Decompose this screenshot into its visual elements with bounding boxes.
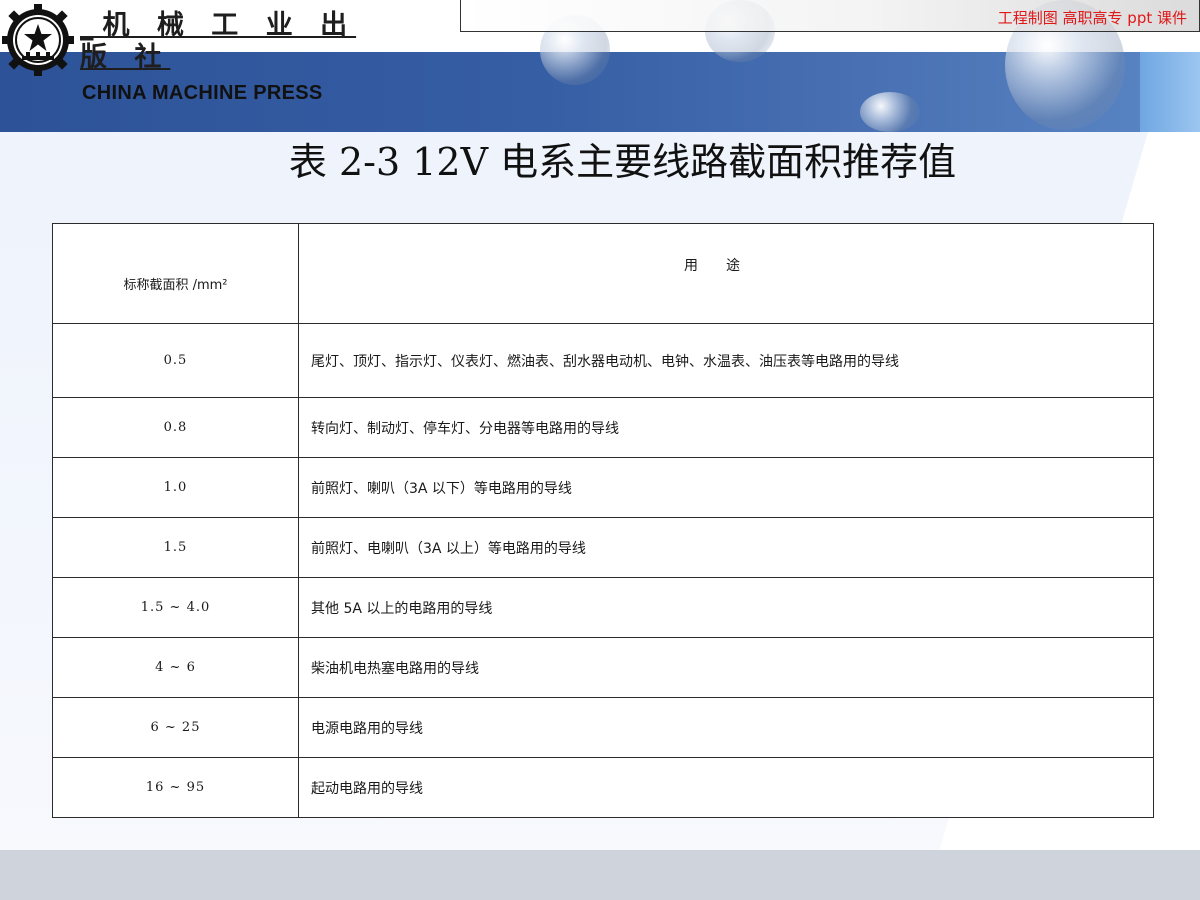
cell-use: 前照灯、电喇叭（3A 以上）等电路用的导线 bbox=[298, 517, 1154, 578]
publisher-logo-icon bbox=[2, 4, 74, 76]
table-row: 1.5 前照灯、电喇叭（3A 以上）等电路用的导线 bbox=[52, 517, 1154, 578]
table-row: 0.5 尾灯、顶灯、指示灯、仪表灯、燃油表、刮水器电动机、电钟、水温表、油压表等… bbox=[52, 323, 1154, 398]
course-banner: 工程制图 高职高专 ppt 课件 bbox=[460, 0, 1200, 32]
cell-area: 0.8 bbox=[52, 397, 299, 458]
cell-use: 尾灯、顶灯、指示灯、仪表灯、燃油表、刮水器电动机、电钟、水温表、油压表等电路用的… bbox=[298, 323, 1154, 398]
cell-use: 其他 5A 以上的电路用的导线 bbox=[298, 577, 1154, 638]
table-row: 1.5 ~ 4.0 其他 5A 以上的电路用的导线 bbox=[52, 577, 1154, 638]
column-header-use: 用途 bbox=[298, 223, 1154, 324]
table-row: 0.8 转向灯、制动灯、停车灯、分电器等电路用的导线 bbox=[52, 397, 1154, 458]
table-row: 1.0 前照灯、喇叭（3A 以下）等电路用的导线 bbox=[52, 457, 1154, 518]
cell-area: 6 ~ 25 bbox=[52, 697, 299, 758]
course-label: 工程制图 高职高专 ppt 课件 bbox=[997, 9, 1187, 27]
cell-use: 起动电路用的导线 bbox=[298, 757, 1154, 818]
cell-use: 柴油机电热塞电路用的导线 bbox=[298, 637, 1154, 698]
cell-area: 1.5 bbox=[52, 517, 299, 578]
column-header-area: 标称截面积 /mm² bbox=[52, 223, 299, 324]
table-row: 4 ~ 6 柴油机电热塞电路用的导线 bbox=[52, 637, 1154, 698]
table-row: 6 ~ 25 电源电路用的导线 bbox=[52, 697, 1154, 758]
publisher-name-cn: _机 械 工 业 出 版 社 bbox=[80, 10, 357, 73]
cell-area: 4 ~ 6 bbox=[52, 637, 299, 698]
publisher-name-en: CHINA MACHINE PRESS bbox=[82, 82, 323, 104]
footer-band bbox=[0, 850, 1200, 900]
table-row: 16 ~ 95 起动电路用的导线 bbox=[52, 757, 1154, 818]
wire-section-table: 标称截面积 /mm² 用途 0.5 尾灯、顶灯、指示灯、仪表灯、燃油表、刮水器电… bbox=[52, 223, 1154, 818]
cell-area: 16 ~ 95 bbox=[52, 757, 299, 818]
cell-area: 1.5 ~ 4.0 bbox=[52, 577, 299, 638]
cell-area: 0.5 bbox=[52, 323, 299, 398]
cell-use: 转向灯、制动灯、停车灯、分电器等电路用的导线 bbox=[298, 397, 1154, 458]
table-header-row: 标称截面积 /mm² 用途 bbox=[52, 223, 1154, 324]
cell-use: 前照灯、喇叭（3A 以下）等电路用的导线 bbox=[298, 457, 1154, 518]
cell-use: 电源电路用的导线 bbox=[298, 697, 1154, 758]
cell-area: 1.0 bbox=[52, 457, 299, 518]
page-title: 表 2-3 12V 电系主要线路截面积推荐值 bbox=[288, 140, 957, 184]
